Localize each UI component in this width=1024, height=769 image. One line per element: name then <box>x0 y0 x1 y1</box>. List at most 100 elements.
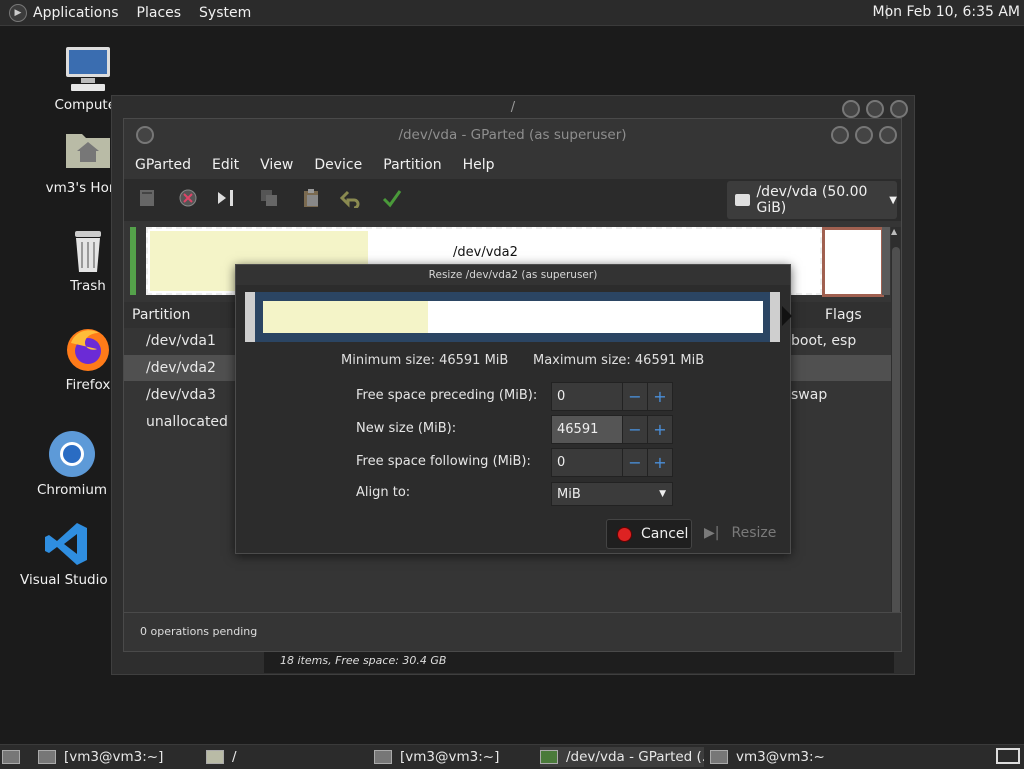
minimize-button[interactable] <box>842 100 860 118</box>
close-button[interactable] <box>879 126 897 144</box>
minimize-button[interactable] <box>831 126 849 144</box>
chevron-down-icon: ▼ <box>659 489 666 499</box>
free-following-spinner: 0 − + <box>551 448 673 477</box>
cancel-label: Cancel <box>641 526 689 542</box>
chevron-down-icon: ▼ <box>889 194 897 206</box>
terminal-icon <box>374 750 392 764</box>
new-partition-button[interactable] <box>135 188 159 212</box>
undo-button[interactable] <box>339 188 363 212</box>
menu-partition[interactable]: Partition <box>383 157 441 173</box>
partition-block-vda1[interactable] <box>130 227 136 295</box>
gparted-icon <box>540 750 558 764</box>
plus-button[interactable]: + <box>647 416 672 443</box>
status-bar: 18 items, Free space: 30.4 GB <box>264 649 894 673</box>
menu-edit[interactable]: Edit <box>212 157 239 173</box>
minus-button[interactable]: − <box>622 383 647 410</box>
resize-dialog: Resize /dev/vda2 (as superuser) Minimum … <box>235 264 792 554</box>
operations-status: 0 operations pending <box>124 612 901 650</box>
align-to-select[interactable]: MiB ▼ <box>551 482 673 506</box>
menu-system[interactable]: System <box>199 5 251 21</box>
used-space-fill <box>263 301 428 333</box>
partition-flags: boot, esp <box>791 333 857 349</box>
undo-icon <box>339 188 362 213</box>
device-selector[interactable]: /dev/vda (50.00 GiB) ▼ <box>727 181 897 219</box>
desktop-icon-vscode[interactable]: Visual Studio Code <box>20 520 112 588</box>
paste-icon <box>301 188 321 213</box>
arrow-right-icon <box>782 306 792 326</box>
left-resize-handle[interactable] <box>245 292 255 342</box>
menu-places[interactable]: Places <box>137 5 182 21</box>
taskbar-item[interactable]: /dev/vda - GParted (... <box>540 747 704 767</box>
device-label: /dev/vda (50.00 GiB) <box>756 184 868 216</box>
vertical-scrollbar[interactable]: ▲ ▼ <box>891 227 901 647</box>
graph-scrollbar[interactable] <box>882 227 890 295</box>
chevron-up-icon[interactable]: ▲ <box>891 227 897 236</box>
free-preceding-spinner: 0 − + <box>551 382 673 411</box>
clock[interactable]: Mon Feb 10, 6:35 AM <box>873 4 1020 20</box>
system-logo-icon[interactable]: ▶ <box>9 3 27 22</box>
right-resize-handle[interactable] <box>770 292 780 342</box>
folder-icon <box>206 750 224 764</box>
menu-device[interactable]: Device <box>314 157 362 173</box>
align-to-label: Align to: <box>356 485 411 500</box>
show-trash-applet[interactable] <box>2 747 28 767</box>
plus-button[interactable]: + <box>647 449 672 476</box>
paste-button[interactable] <box>299 188 323 212</box>
partition-size-bar[interactable] <box>263 301 763 333</box>
new-size-label: New size (MiB): <box>356 421 457 436</box>
free-following-label: Free space following (MiB): <box>356 454 531 469</box>
dialog-title: Resize /dev/vda2 (as superuser) <box>236 265 790 285</box>
partition-block-vda3[interactable] <box>822 227 884 297</box>
free-following-input[interactable]: 0 <box>552 449 622 476</box>
new-size-input[interactable]: 46591 <box>552 416 622 443</box>
taskbar-item[interactable]: vm3@vm3:~ <box>710 747 870 767</box>
taskbar-item[interactable]: [vm3@vm3:~] <box>38 747 198 767</box>
plus-button[interactable]: + <box>647 383 672 410</box>
column-header-flags[interactable]: Flags <box>825 302 862 328</box>
taskbar-item[interactable]: [vm3@vm3:~] <box>374 747 534 767</box>
maximum-size: Maximum size: 46591 MiB <box>533 353 705 368</box>
window-title: / <box>510 100 516 115</box>
minimum-size: Minimum size: 46591 MiB <box>341 353 509 368</box>
menu-help[interactable]: Help <box>463 157 495 173</box>
home-folder-icon <box>63 128 113 176</box>
copy-button[interactable] <box>257 188 281 212</box>
scrollbar-thumb[interactable] <box>892 247 900 627</box>
minus-button[interactable]: − <box>622 416 647 443</box>
menu-view[interactable]: View <box>260 157 293 173</box>
taskbar-item-label: /dev/vda - GParted (... <box>566 749 704 765</box>
minus-button[interactable]: − <box>622 449 647 476</box>
resize-move-icon <box>215 188 237 213</box>
free-preceding-input[interactable]: 0 <box>552 383 622 410</box>
menu-bar: GParted Edit View Device Partition Help <box>124 152 901 178</box>
menu-applications[interactable]: Applications <box>33 5 119 21</box>
cancel-icon <box>617 526 632 542</box>
show-desktop-button[interactable] <box>996 748 1020 764</box>
close-button[interactable] <box>890 100 908 118</box>
copy-icon <box>259 188 279 213</box>
maximize-button[interactable] <box>855 126 873 144</box>
window-controls <box>825 126 897 148</box>
partition-name: /dev/vda3 <box>146 387 216 403</box>
desktop-icon-chromium[interactable]: Chromium <box>22 430 122 498</box>
resize-label: Resize <box>731 525 777 541</box>
taskbar-item[interactable]: / <box>206 747 366 767</box>
cancel-button[interactable]: Cancel <box>606 519 692 549</box>
resize-move-button[interactable] <box>214 188 238 212</box>
new-size-spinner: 46591 − + <box>551 415 673 444</box>
resize-graphic[interactable] <box>245 292 792 342</box>
vscode-icon <box>41 520 91 568</box>
partition-flags: swap <box>791 387 828 403</box>
taskbar-item-label: [vm3@vm3:~] <box>64 749 164 765</box>
partition-block-label: /dev/vda2 <box>453 245 518 260</box>
maximize-button[interactable] <box>866 100 884 118</box>
resize-button[interactable]: ▶| Resize <box>700 519 780 547</box>
taskbar-item-label: / <box>232 749 237 765</box>
apply-button[interactable] <box>380 188 404 212</box>
delete-button[interactable] <box>176 188 200 212</box>
column-header-partition[interactable]: Partition <box>132 302 190 328</box>
desktop-icon-label: Visual Studio Code <box>20 572 112 588</box>
partition-name: /dev/vda1 <box>146 333 216 349</box>
menu-gparted[interactable]: GParted <box>135 157 191 173</box>
computer-icon <box>63 45 113 93</box>
